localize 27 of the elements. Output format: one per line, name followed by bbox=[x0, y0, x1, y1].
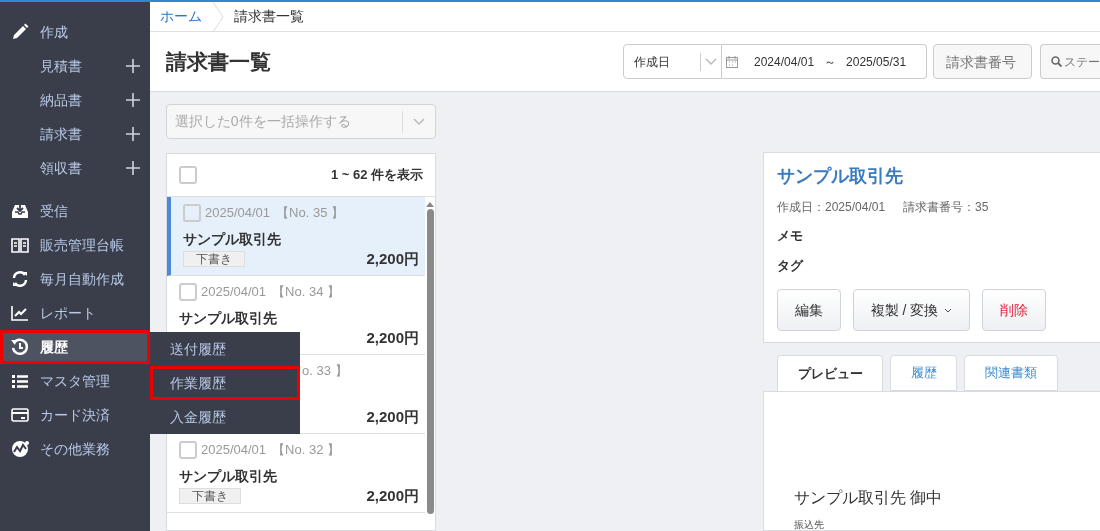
status-badge: 下書き bbox=[179, 488, 241, 504]
invoice-amount: 2,200円 bbox=[366, 248, 419, 269]
invoice-number: o. 33 】 bbox=[302, 361, 348, 380]
invoice-number: 【No. 32 】 bbox=[272, 440, 340, 459]
invoice-date: 2025/04/01 bbox=[205, 203, 271, 222]
page-title: 請求書一覧 bbox=[166, 48, 272, 75]
date-separator: ～ bbox=[824, 53, 837, 71]
item-count: 1 ~ 62 件を表示 bbox=[330, 166, 423, 185]
field-label: メモ bbox=[777, 227, 803, 245]
field-label: タグ bbox=[777, 256, 803, 275]
invoice-number: 【No. 34 】 bbox=[272, 282, 340, 301]
breadcrumb-current: 請求書一覧 bbox=[233, 7, 305, 26]
client-name: サンプル取引先 bbox=[183, 231, 281, 247]
invoice-meta: 請求書番号：35 bbox=[903, 199, 989, 216]
invoice-amount: 2,200円 bbox=[366, 485, 419, 506]
invoice-number: 【No. 35 】 bbox=[276, 203, 344, 222]
invoice-amount: 2,200円 bbox=[366, 327, 419, 348]
invoice-date: 2025/04/01 bbox=[201, 282, 267, 301]
client-name: サンプル取引先 bbox=[179, 310, 277, 326]
client-name-title: サンプル取引先 bbox=[777, 165, 904, 188]
client-name: サンプル取引先 bbox=[179, 468, 277, 484]
addressee: サンプル取引先 御中 bbox=[794, 488, 943, 508]
invoice-meta: 作成日：2025/04/01 bbox=[777, 199, 886, 216]
invoice-amount: 2,200円 bbox=[366, 406, 419, 427]
section-label: 振込先 bbox=[794, 519, 824, 530]
invoice-date: 2025/04/01 bbox=[201, 440, 267, 459]
status-badge: 下書き bbox=[183, 251, 245, 267]
